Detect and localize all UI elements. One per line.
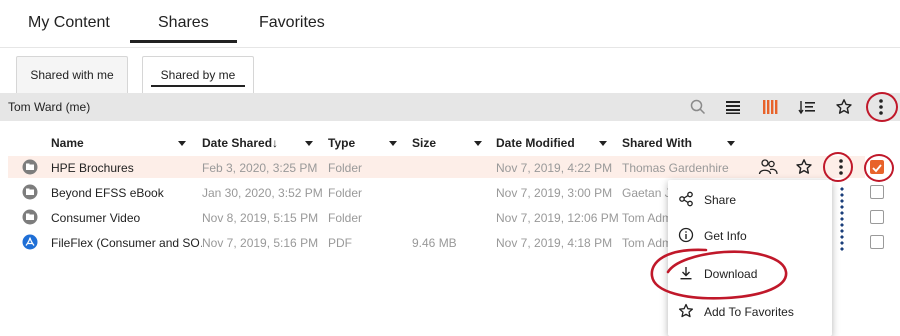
tab-shares[interactable]: Shares bbox=[130, 14, 237, 43]
toolbar-owner-title: Tom Ward (me) bbox=[8, 100, 91, 114]
subtab-shared-with-me-label: Shared with me bbox=[30, 68, 114, 82]
column-shared-with[interactable]: Shared With bbox=[622, 136, 692, 150]
folder-icon bbox=[22, 209, 38, 225]
pdf-icon bbox=[22, 234, 38, 250]
tab-favorites[interactable]: Favorites bbox=[259, 14, 325, 32]
column-size[interactable]: Size bbox=[412, 136, 436, 150]
menu-item-get-info-label: Get Info bbox=[704, 229, 747, 243]
table-header: Name Date Shared↓ Type Size Date Modifie… bbox=[0, 134, 900, 152]
column-type[interactable]: Type bbox=[328, 136, 355, 150]
row-checkbox[interactable] bbox=[870, 210, 884, 224]
chevron-down-icon[interactable] bbox=[305, 141, 313, 146]
chevron-down-icon[interactable] bbox=[727, 141, 735, 146]
chevron-down-icon[interactable] bbox=[389, 141, 397, 146]
info-icon bbox=[678, 227, 694, 243]
annotation-circle-row-menu bbox=[823, 152, 853, 182]
table-row[interactable]: HPE Brochures Feb 3, 2020, 3:25 PM Folde… bbox=[8, 156, 865, 178]
row-date-shared: Nov 8, 2019, 5:15 PM bbox=[202, 211, 319, 225]
row-shared-with: Thomas Gardenhire bbox=[622, 161, 729, 175]
row-name[interactable]: Beyond EFSS eBook bbox=[51, 186, 196, 200]
tab-separator bbox=[0, 47, 900, 48]
row-type: PDF bbox=[328, 236, 352, 250]
chevron-down-icon[interactable] bbox=[599, 141, 607, 146]
menu-item-share[interactable]: Share bbox=[668, 184, 832, 214]
folder-icon bbox=[22, 159, 38, 175]
star-icon bbox=[678, 303, 694, 318]
column-date-modified[interactable]: Date Modified bbox=[496, 136, 575, 150]
column-date-shared[interactable]: Date Shared↓ bbox=[202, 136, 278, 150]
row-type: Folder bbox=[328, 186, 363, 200]
tab-my-content[interactable]: My Content bbox=[28, 14, 110, 32]
row-date-modified: Nov 7, 2019, 4:22 PM bbox=[496, 161, 613, 175]
search-icon[interactable] bbox=[686, 95, 710, 119]
row-name[interactable]: FileFlex (Consumer and SO… bbox=[51, 236, 202, 250]
toolbar: Tom Ward (me) bbox=[0, 93, 900, 121]
row-name[interactable]: HPE Brochures bbox=[51, 161, 196, 175]
share-icon bbox=[679, 191, 693, 207]
chevron-down-icon[interactable] bbox=[178, 141, 186, 146]
row-date-modified: Nov 7, 2019, 4:18 PM bbox=[496, 236, 613, 250]
subtab-shared-with-me[interactable]: Shared with me bbox=[16, 56, 128, 93]
star-icon[interactable] bbox=[832, 95, 856, 119]
row-date-shared: Jan 30, 2020, 3:52 PM bbox=[202, 186, 323, 200]
star-icon[interactable] bbox=[795, 158, 813, 176]
row-date-modified: Nov 7, 2019, 12:06 PM bbox=[496, 211, 619, 225]
column-name[interactable]: Name bbox=[51, 136, 84, 150]
row-type: Folder bbox=[328, 161, 363, 175]
column-view-icon[interactable] bbox=[758, 95, 782, 119]
row-more-icons-partial bbox=[840, 186, 844, 252]
top-tabs: My Content Shares Favorites bbox=[0, 0, 900, 48]
subtab-shared-by-me[interactable]: Shared by me bbox=[142, 56, 254, 93]
row-date-modified: Nov 7, 2019, 3:00 PM bbox=[496, 186, 613, 200]
sort-icon[interactable] bbox=[795, 95, 819, 119]
row-checkbox[interactable] bbox=[870, 185, 884, 199]
annotation-scribble-download bbox=[650, 248, 788, 300]
menu-item-add-to-favorites-label: Add To Favorites bbox=[704, 305, 794, 319]
row-shared-with: Tom Adm bbox=[622, 211, 673, 225]
shared-users-icon[interactable] bbox=[758, 158, 778, 176]
subtab-shared-by-me-label: Shared by me bbox=[160, 68, 236, 82]
row-name[interactable]: Consumer Video bbox=[51, 211, 196, 225]
list-view-icon[interactable] bbox=[721, 95, 745, 119]
chevron-down-icon[interactable] bbox=[474, 141, 482, 146]
row-type: Folder bbox=[328, 211, 363, 225]
row-date-shared: Nov 7, 2019, 5:16 PM bbox=[202, 236, 319, 250]
row-size: 9.46 MB bbox=[412, 236, 457, 250]
folder-icon bbox=[22, 184, 38, 200]
row-checkbox[interactable] bbox=[870, 235, 884, 249]
row-date-shared: Feb 3, 2020, 3:25 PM bbox=[202, 161, 318, 175]
annotation-circle-toolbar-menu bbox=[866, 92, 898, 122]
annotation-circle-checkbox bbox=[864, 154, 894, 182]
menu-item-share-label: Share bbox=[704, 193, 737, 207]
subtab-active-underline bbox=[151, 85, 245, 87]
